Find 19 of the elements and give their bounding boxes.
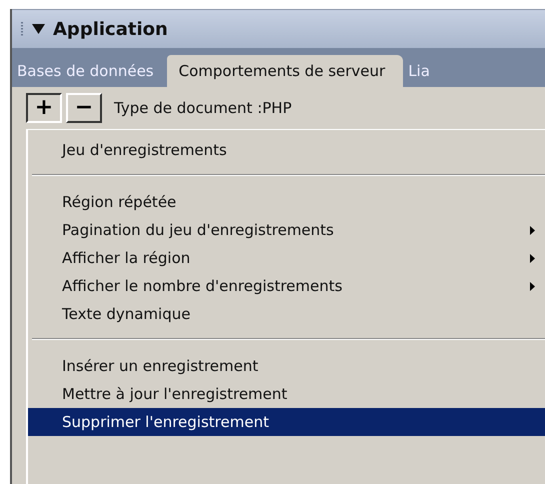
- menu-item[interactable]: Jeu d'enregistrements: [28, 136, 545, 164]
- grip-icon: [20, 21, 24, 37]
- menu-item[interactable]: Afficher le nombre d'enregistrements: [28, 272, 545, 300]
- submenu-arrow-icon: [530, 282, 535, 290]
- menu-item[interactable]: Supprimer l'enregistrement: [28, 408, 545, 436]
- document-type-label: Type de document :PHP: [114, 99, 292, 117]
- menu-item[interactable]: Insérer un enregistrement: [28, 352, 545, 380]
- panel-title: Application: [53, 18, 168, 40]
- menu-item[interactable]: Région répétée: [28, 188, 545, 216]
- add-button[interactable]: +: [26, 93, 62, 123]
- menu-item[interactable]: Pagination du jeu d'enregistrements: [28, 216, 545, 244]
- submenu-arrow-icon: [530, 254, 535, 262]
- remove-button[interactable]: −: [66, 93, 102, 123]
- menu-item[interactable]: Texte dynamique: [28, 300, 545, 328]
- submenu-arrow-icon: [530, 226, 535, 234]
- panel-title-bar[interactable]: Application: [12, 9, 545, 48]
- tab[interactable]: Comportements de serveur: [166, 55, 404, 87]
- menu-item[interactable]: Mettre à jour l'enregistrement: [28, 380, 545, 408]
- menu-item[interactable]: Afficher la région: [28, 244, 545, 272]
